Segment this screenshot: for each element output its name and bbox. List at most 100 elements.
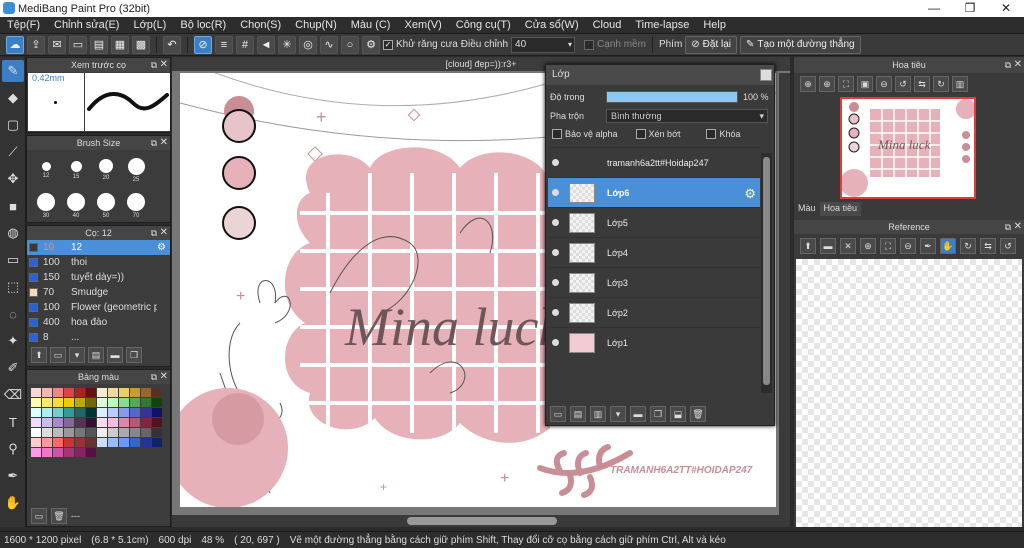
layer-row[interactable]: Lớp4 <box>548 237 760 267</box>
color-swatch[interactable] <box>141 418 151 427</box>
brush-item[interactable]: 10 12 ⚙ <box>27 240 170 255</box>
folder-icon[interactable]: ▬ <box>630 406 646 422</box>
color-swatch[interactable] <box>75 388 85 397</box>
close-icon[interactable]: ✕ <box>160 226 168 240</box>
color-swatch[interactable] <box>141 398 151 407</box>
layer-row[interactable]: Lớp5 <box>548 207 760 237</box>
eye-icon[interactable] <box>552 189 559 196</box>
color-swatch[interactable] <box>75 438 85 447</box>
color-swatch[interactable] <box>119 438 129 447</box>
color-swatch[interactable] <box>31 438 41 447</box>
brush-item[interactable]: 100 thoi <box>27 255 170 270</box>
close-icon[interactable]: ✕ <box>1014 57 1022 73</box>
brush-item[interactable]: 150 tuyết dày=)) <box>27 270 170 285</box>
color-swatch[interactable] <box>141 408 151 417</box>
close-icon[interactable]: ✕ <box>160 136 168 150</box>
popout-icon[interactable]: ⧉ <box>151 58 157 72</box>
protect-alpha-checkbox[interactable]: Bảo vệ alpha <box>552 129 618 139</box>
color-swatch[interactable] <box>108 398 118 407</box>
color-swatch[interactable] <box>53 398 63 407</box>
delete-color-icon[interactable]: 🗑 <box>51 508 67 524</box>
eye-icon[interactable] <box>552 219 559 226</box>
color-swatch[interactable] <box>64 388 74 397</box>
menu-window[interactable]: Cửa sổ(W) <box>518 19 586 31</box>
move-tool-icon[interactable]: ✥ <box>2 168 24 190</box>
tab-color[interactable]: Màu <box>794 202 820 216</box>
color-swatch[interactable] <box>31 388 41 397</box>
color-swatch[interactable] <box>31 398 41 407</box>
color-swatch[interactable] <box>130 388 140 397</box>
text-tool-icon[interactable]: T <box>2 411 24 433</box>
horizontal-scrollbar[interactable] <box>172 515 790 527</box>
open-folder-icon[interactable]: ▬ <box>820 238 836 254</box>
navigator-thumbnail[interactable]: Mina luck <box>840 97 976 199</box>
menu-help[interactable]: Help <box>696 19 733 31</box>
color-swatch[interactable] <box>108 408 118 417</box>
maximize-button[interactable]: ❐ <box>952 0 988 17</box>
color-swatch[interactable] <box>53 428 63 437</box>
new-8bit-layer-icon[interactable]: ▥ <box>590 406 606 422</box>
color-swatch[interactable] <box>108 428 118 437</box>
ellipse-snap-icon[interactable]: ○ <box>341 35 359 54</box>
color-swatch[interactable] <box>97 398 107 407</box>
color-swatch[interactable] <box>64 428 74 437</box>
color-swatch[interactable] <box>53 418 63 427</box>
zoom-in-icon[interactable]: ⊕ <box>860 238 876 254</box>
palette-grid[interactable] <box>27 384 170 461</box>
zoom-out-icon[interactable]: ⊖ <box>900 238 916 254</box>
lock-checkbox[interactable]: Khóa <box>706 129 741 139</box>
color-swatch[interactable] <box>119 408 129 417</box>
gear-icon[interactable]: ⚙ <box>744 186 756 202</box>
menu-tools[interactable]: Công cụ(T) <box>449 19 518 31</box>
color-swatch[interactable] <box>42 408 52 417</box>
reset-button[interactable]: ⊘ Đặt lại <box>685 35 738 54</box>
color-swatch[interactable] <box>42 428 52 437</box>
brush-copy-icon[interactable]: ▤ <box>88 347 104 363</box>
color-swatch[interactable] <box>42 438 52 447</box>
lock-icon[interactable]: ▥ <box>952 76 968 92</box>
soft-edge-checkbox[interactable]: Cạnh mềm <box>584 39 646 50</box>
color-swatch[interactable] <box>108 438 118 447</box>
bucket-tool-icon[interactable]: ◍ <box>2 222 24 244</box>
layer-row[interactable]: Lớp2 <box>548 297 760 327</box>
color-swatch[interactable] <box>86 388 96 397</box>
radial-snap-icon[interactable]: ✳ <box>278 35 296 54</box>
menu-cloud[interactable]: Cloud <box>586 19 629 31</box>
color-swatch[interactable] <box>86 408 96 417</box>
tab-navigator[interactable]: Hoa tiêu <box>819 202 862 216</box>
rotate-left-icon[interactable]: ↺ <box>895 76 911 92</box>
brush-size-12[interactable]: 12 <box>31 152 61 188</box>
export-icon[interactable]: ⇪ <box>27 35 45 54</box>
brush-size-15[interactable]: 15 <box>61 152 91 188</box>
color-swatch[interactable] <box>97 418 107 427</box>
popout-icon[interactable]: ⧉ <box>1005 57 1011 73</box>
select-pen-tool-icon[interactable]: ✐ <box>2 357 24 379</box>
brush-folder-icon[interactable]: ▬ <box>107 347 123 363</box>
popout-icon[interactable]: ⧉ <box>151 136 157 150</box>
color-swatch[interactable] <box>130 428 140 437</box>
color-swatch[interactable] <box>86 438 96 447</box>
reference-canvas[interactable] <box>796 259 1022 527</box>
merge-layer-icon[interactable]: ⬓ <box>670 406 686 422</box>
color-swatch[interactable] <box>75 428 85 437</box>
parallel-snap-icon[interactable]: ≡ <box>215 35 233 54</box>
brush-size-70[interactable]: 70 <box>121 188 151 224</box>
color-swatch[interactable] <box>31 408 41 417</box>
straight-line-button[interactable]: ✎ Tạo một đường thẳng <box>740 35 861 54</box>
no-snap-icon[interactable]: ⊘ <box>194 35 212 54</box>
color-swatch[interactable] <box>141 438 151 447</box>
lasso-tool-icon[interactable]: ◌ <box>2 303 24 325</box>
color-swatch[interactable] <box>152 418 162 427</box>
clip-checkbox[interactable]: Xén bớt <box>635 129 680 139</box>
color-swatch[interactable] <box>64 398 74 407</box>
fill-rect-tool-icon[interactable]: ■ <box>2 195 24 217</box>
hand-tool-icon[interactable]: ✋ <box>2 492 24 514</box>
operation-tool-icon[interactable]: ⚲ <box>2 438 24 460</box>
color-swatch[interactable] <box>119 428 129 437</box>
color-swatch[interactable] <box>75 418 85 427</box>
antialias-checkbox[interactable]: ✓ Khử răng cưa <box>383 39 458 50</box>
brush-size-50[interactable]: 50 <box>91 188 121 224</box>
eye-icon[interactable] <box>552 339 559 346</box>
vertical-scrollbar[interactable] <box>779 73 790 515</box>
actual-size-icon[interactable]: ▣ <box>857 76 873 92</box>
